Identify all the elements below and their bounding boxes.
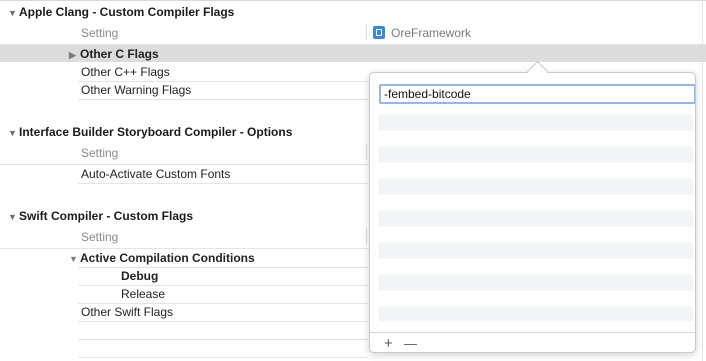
list-row[interactable]: [379, 163, 693, 179]
setting-row-other-c-flags[interactable]: ▶ Other C Flags: [69, 47, 159, 61]
list-row[interactable]: [379, 147, 693, 163]
section-ib-storyboard[interactable]: ▼ Interface Builder Storyboard Compiler -…: [8, 125, 292, 139]
list-row[interactable]: [379, 195, 693, 211]
divider: [78, 81, 368, 82]
framework-icon: [373, 26, 385, 39]
divider: [78, 267, 368, 268]
flags-popover: -fembed-bitcode + —: [369, 72, 696, 353]
column-header-setting: Setting: [81, 146, 119, 160]
setting-label: Other C Flags: [80, 47, 159, 61]
disclosure-open-icon[interactable]: ▼: [8, 8, 19, 18]
divider: [78, 183, 368, 184]
list-row[interactable]: [379, 291, 693, 307]
column-header-setting: Setting: [81, 230, 119, 244]
divider: [78, 303, 368, 304]
list-row[interactable]: [379, 275, 693, 291]
section-title: Interface Builder Storyboard Compiler - …: [19, 125, 293, 139]
list-row[interactable]: [379, 243, 693, 259]
flag-value-input[interactable]: -fembed-bitcode: [379, 84, 695, 104]
divider: [78, 285, 368, 286]
setting-row-release[interactable]: Release: [121, 287, 165, 301]
setting-row-auto-activate-fonts[interactable]: Auto-Activate Custom Fonts: [81, 167, 230, 181]
section-apple-clang[interactable]: ▼ Apple Clang - Custom Compiler Flags: [8, 5, 234, 19]
disclosure-closed-icon[interactable]: ▶: [69, 50, 80, 61]
setting-row-other-cpp-flags[interactable]: Other C++ Flags: [81, 65, 170, 79]
divider: [78, 99, 368, 100]
column-separator: [366, 24, 367, 40]
remove-flag-button[interactable]: —: [404, 336, 417, 351]
section-title: Swift Compiler - Custom Flags: [19, 209, 194, 223]
column-header-setting: Setting: [81, 26, 119, 40]
section-swift-compiler[interactable]: ▼ Swift Compiler - Custom Flags: [8, 209, 193, 223]
disclosure-open-icon[interactable]: ▼: [8, 128, 19, 138]
divider: [0, 164, 370, 165]
setting-row-debug[interactable]: Debug: [121, 269, 158, 283]
disclosure-open-icon[interactable]: ▼: [69, 254, 80, 264]
list-row[interactable]: [379, 227, 693, 243]
divider: [78, 321, 368, 322]
flags-list[interactable]: [379, 83, 693, 321]
section-title: Apple Clang - Custom Compiler Flags: [19, 5, 235, 19]
popover-footer-divider: [370, 332, 695, 333]
column-separator: [366, 228, 367, 244]
setting-label: Active Compilation Conditions: [80, 251, 255, 265]
list-row[interactable]: [379, 115, 693, 131]
list-row[interactable]: [379, 131, 693, 147]
setting-row-other-warning-flags[interactable]: Other Warning Flags: [81, 83, 191, 97]
add-flag-button[interactable]: +: [384, 335, 393, 352]
top-border: [0, 0, 706, 1]
divider: [0, 248, 370, 249]
disclosure-open-icon[interactable]: ▼: [8, 212, 19, 222]
column-header-target: OreFramework: [391, 26, 472, 40]
list-row[interactable]: [379, 211, 693, 227]
list-row[interactable]: [379, 259, 693, 275]
setting-row-active-compilation-conditions[interactable]: ▼ Active Compilation Conditions: [69, 251, 255, 265]
setting-row-other-swift-flags[interactable]: Other Swift Flags: [81, 305, 173, 319]
divider: [78, 357, 368, 358]
divider: [78, 339, 368, 340]
column-separator: [366, 144, 367, 160]
list-row[interactable]: [379, 179, 693, 195]
list-row[interactable]: [379, 307, 693, 321]
